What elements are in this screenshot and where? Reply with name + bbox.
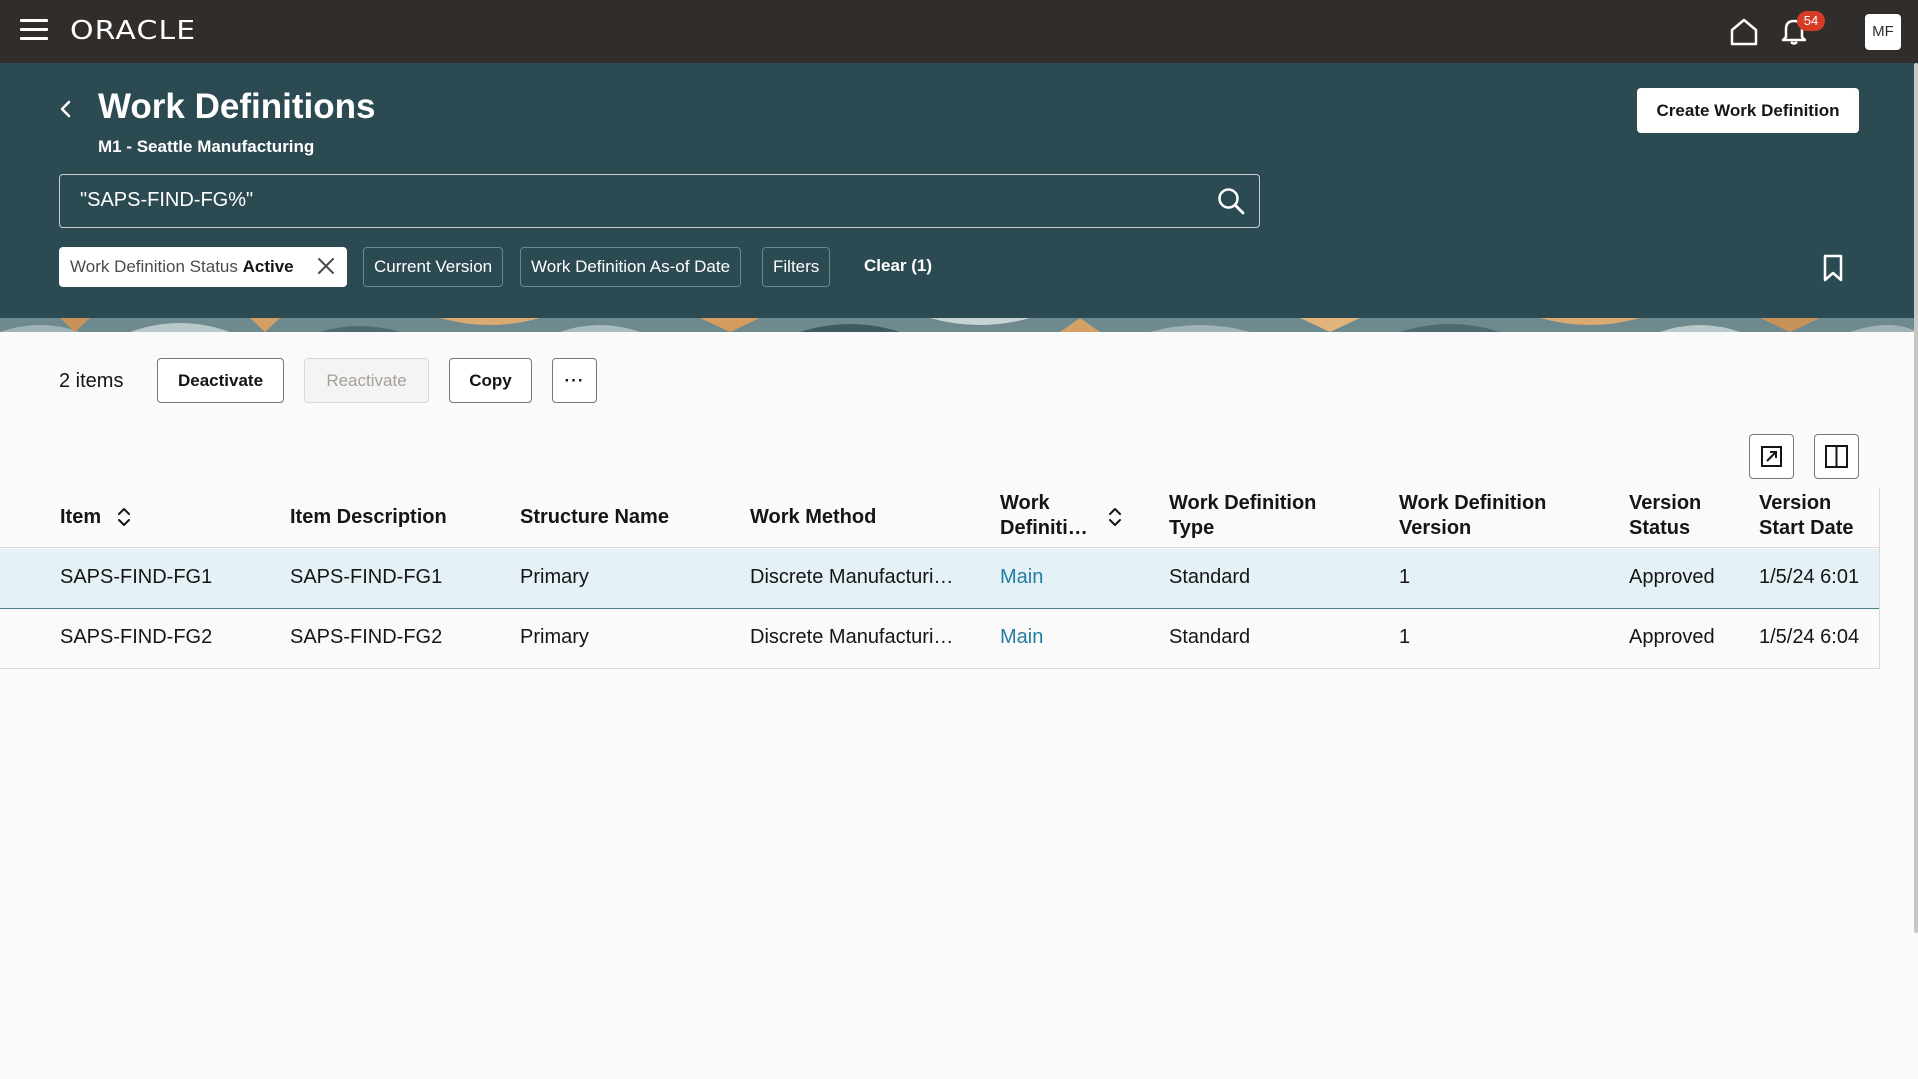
columns-icon — [1825, 445, 1848, 468]
sort-icon[interactable] — [115, 506, 133, 528]
cell-work-method: Discrete Manufacturi… — [750, 626, 954, 648]
cell-type: Standard — [1169, 566, 1251, 588]
filter-chip-filters[interactable]: Filters — [762, 247, 831, 287]
hamburger-menu-icon[interactable] — [20, 19, 48, 43]
column-header-item[interactable]: Item — [60, 505, 101, 530]
header-line: Version — [1399, 517, 1472, 539]
cell-work-method: Discrete Manufacturi… — [750, 566, 954, 588]
cell-work-definition-link[interactable]: Main — [1000, 566, 1043, 589]
cell-status: Approved — [1629, 626, 1715, 648]
cell-structure-name: Primary — [520, 626, 589, 648]
cell-item-description: SAPS-FIND-FG2 — [290, 626, 443, 648]
user-avatar[interactable]: MF — [1865, 14, 1901, 50]
oracle-logo[interactable]: ORACLE — [70, 16, 196, 46]
header-line: Work Definition — [1169, 492, 1317, 514]
columns-button[interactable] — [1814, 434, 1859, 479]
column-header-work-definition-version[interactable]: Work Definition Version — [1399, 491, 1546, 541]
column-header-work-definition[interactable]: Work Definiti… — [1000, 491, 1088, 541]
cell-work-definition-link[interactable]: Main — [1000, 626, 1043, 649]
detach-icon — [1761, 446, 1782, 467]
filter-chip-value: Active — [242, 257, 294, 276]
notifications-badge: 54 — [1797, 11, 1825, 31]
header-line: Work Definition — [1399, 492, 1547, 514]
home-icon[interactable] — [1728, 16, 1760, 48]
search-input[interactable] — [80, 189, 1180, 212]
close-icon[interactable] — [316, 256, 336, 276]
page-title: Work Definitions — [98, 87, 376, 126]
cell-item-description: SAPS-FIND-FG1 — [290, 566, 443, 588]
column-header-version-start-date[interactable]: Version Start Date — [1759, 491, 1853, 541]
cell-start-date: 1/5/24 6:01 — [1759, 566, 1860, 588]
deactivate-button[interactable]: Deactivate — [157, 358, 284, 403]
header-line: Version — [1629, 492, 1702, 514]
cell-type: Standard — [1169, 626, 1251, 648]
cell-item: SAPS-FIND-FG1 — [60, 566, 213, 588]
filter-chip-current-version[interactable]: Current Version — [363, 247, 504, 287]
table-row[interactable]: SAPS-FIND-FG1 SAPS-FIND-FG1 Primary Disc… — [0, 549, 1880, 609]
more-actions-button[interactable]: ··· — [552, 358, 597, 403]
page-scrollbar[interactable] — [1914, 63, 1918, 933]
header-line: Version — [1759, 492, 1832, 514]
search-field[interactable] — [59, 174, 1260, 228]
header-line: Type — [1169, 517, 1215, 539]
reactivate-button[interactable]: Reactivate — [304, 358, 429, 403]
table-row[interactable]: SAPS-FIND-FG2 SAPS-FIND-FG2 Primary Disc… — [0, 609, 1880, 669]
cell-version: 1 — [1399, 566, 1411, 588]
filter-chip-work-definition-status[interactable]: Work Definition Status Active — [59, 247, 348, 287]
decorative-banner — [0, 318, 1918, 332]
column-divider — [1879, 488, 1880, 668]
page-subtitle: M1 - Seattle Manufacturing — [98, 137, 315, 156]
bookmark-icon[interactable] — [1820, 253, 1846, 283]
cell-start-date: 1/5/24 6:04 — [1759, 626, 1860, 648]
page-header: Work Definitions M1 - Seattle Manufactur… — [0, 63, 1918, 318]
header-line: Status — [1629, 517, 1691, 539]
create-work-definition-button[interactable]: Create Work Definition — [1637, 88, 1859, 133]
cell-structure-name: Primary — [520, 566, 589, 588]
column-header-item-description[interactable]: Item Description — [290, 505, 447, 530]
header-line: Start Date — [1759, 517, 1854, 539]
cell-status: Approved — [1629, 566, 1715, 588]
column-header-version-status[interactable]: Version Status — [1629, 491, 1701, 541]
items-count: 2 items — [59, 370, 124, 392]
filter-chip-label: Work Definition Status — [70, 257, 238, 276]
copy-button[interactable]: Copy — [449, 358, 532, 403]
search-icon[interactable] — [1216, 186, 1246, 216]
cell-version: 1 — [1399, 626, 1411, 648]
global-header: ORACLE 54 MF — [0, 0, 1918, 63]
filter-chip-as-of-date[interactable]: Work Definition As-of Date — [520, 247, 742, 287]
column-header-work-definition-type[interactable]: Work Definition Type — [1169, 491, 1316, 541]
back-arrow-icon[interactable] — [55, 98, 77, 120]
sort-icon[interactable] — [1106, 506, 1124, 528]
column-header-work-method[interactable]: Work Method — [750, 505, 876, 530]
detach-table-button[interactable] — [1749, 434, 1794, 479]
clear-filters-link[interactable]: Clear (1) — [864, 256, 932, 276]
column-header-structure-name[interactable]: Structure Name — [520, 505, 669, 530]
header-line: Definiti… — [1000, 517, 1088, 539]
cell-item: SAPS-FIND-FG2 — [60, 626, 213, 648]
table-header: Item Item Description Structure Name Wor… — [0, 488, 1880, 548]
header-line: Work — [1000, 492, 1050, 514]
